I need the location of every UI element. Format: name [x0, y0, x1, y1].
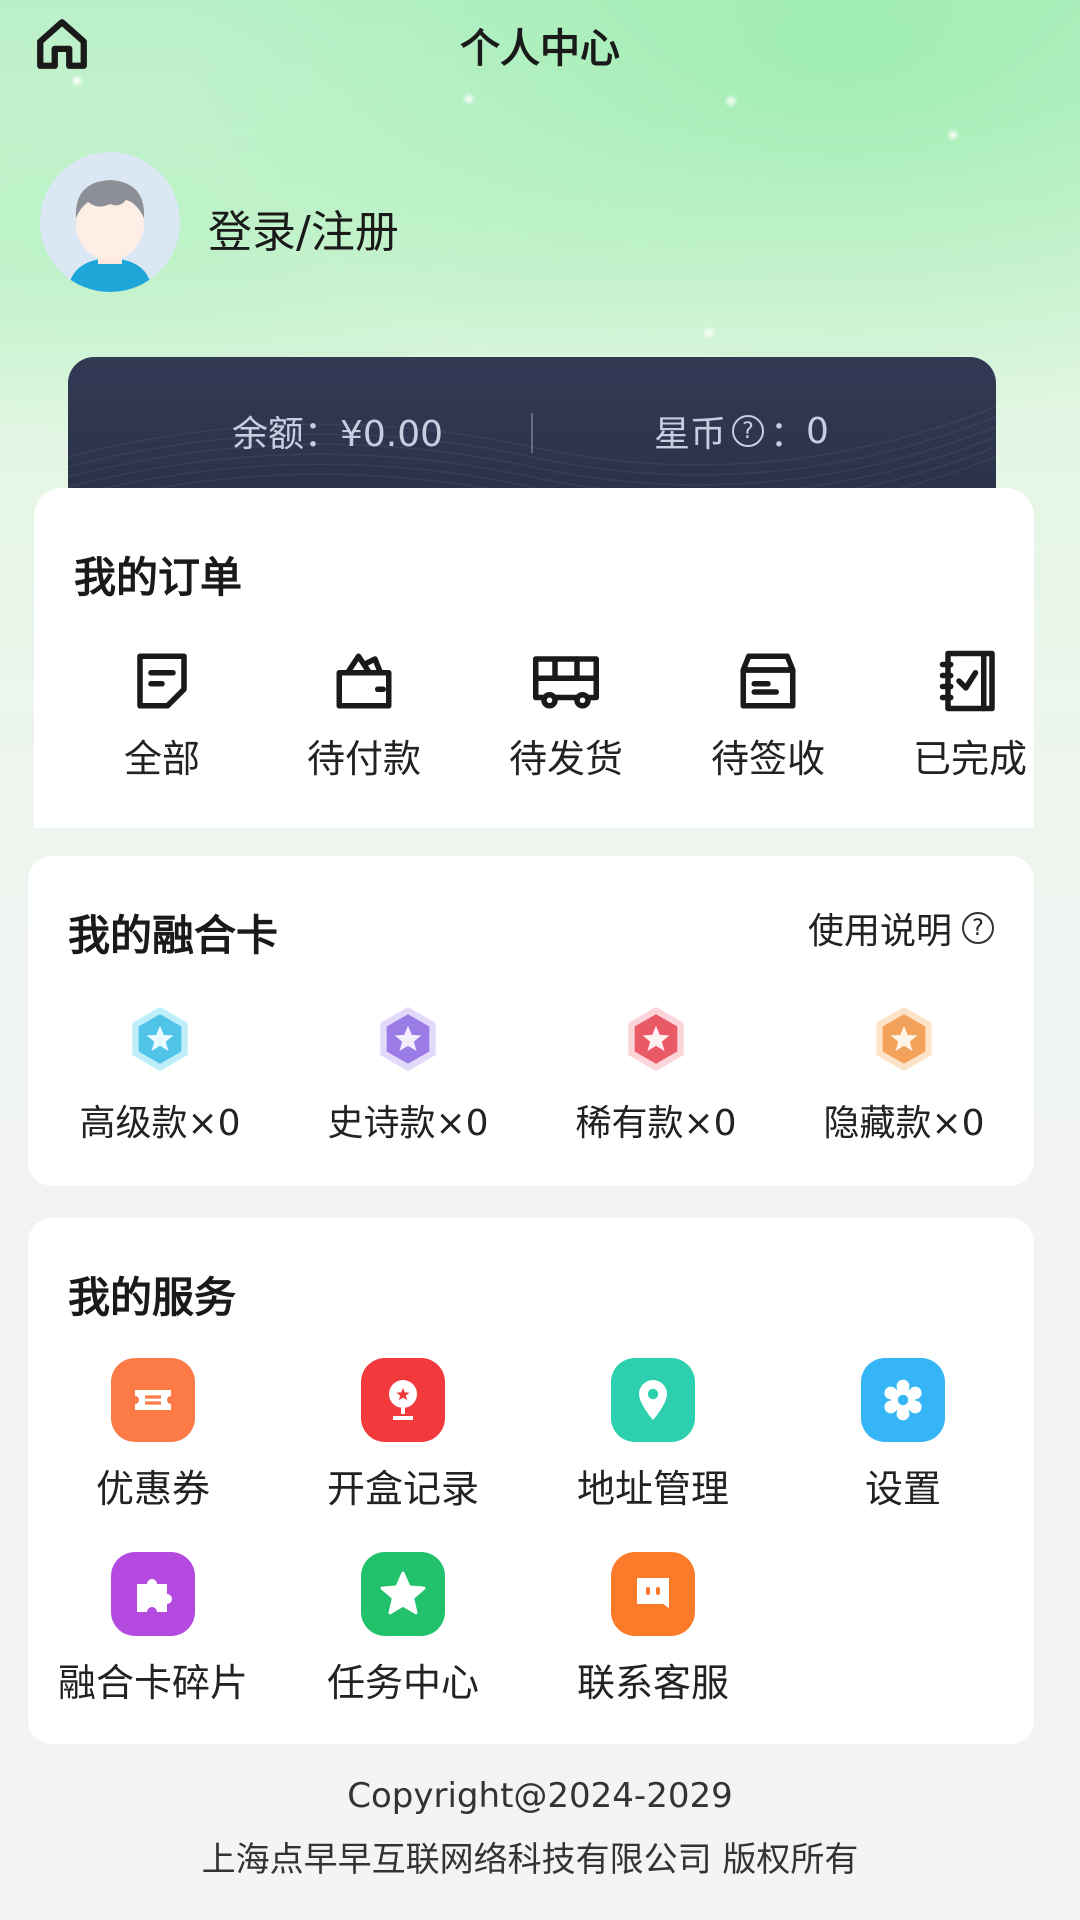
service-task-center-label: 任务中心: [326, 1661, 479, 1705]
services-title: 我的服务: [68, 1273, 237, 1322]
service-settings-label: 设置: [864, 1467, 941, 1511]
usage-instructions-link[interactable]: 使用说明 ?: [808, 902, 994, 954]
order-pending-shipment-label: 待发货: [508, 737, 623, 781]
sparkle-decoration: [462, 92, 476, 106]
service-settings[interactable]: 设置: [778, 1358, 1028, 1513]
avatar[interactable]: [40, 152, 180, 292]
copyright-text: Copyright@2024-2029: [347, 1776, 733, 1816]
fusion-rare[interactable]: 稀有款×0: [536, 1004, 776, 1146]
star-badge-orange-icon: [876, 1006, 932, 1072]
company-text: 上海点早早互联网络科技有限公司 版权所有: [201, 1840, 859, 1880]
service-coupons[interactable]: 优惠券: [28, 1358, 278, 1513]
order-all[interactable]: 全部: [62, 648, 262, 783]
fusion-hidden[interactable]: 隐藏款×0: [784, 1004, 1024, 1146]
star-badge-red-icon: [628, 1006, 684, 1072]
order-pending-shipment[interactable]: 待发货: [466, 648, 666, 783]
fusion-advanced-label: 高级款×0: [79, 1103, 241, 1144]
service-box-records-label: 开盒记录: [326, 1467, 479, 1511]
default-avatar-icon: [40, 152, 180, 292]
order-pending-payment[interactable]: 待付款: [264, 648, 464, 783]
page-title: 个人中心: [460, 26, 620, 72]
service-customer-support-label: 联系客服: [576, 1661, 729, 1705]
chat-icon: [611, 1552, 695, 1636]
bus-icon: [533, 656, 599, 709]
star-badge-blue-icon: [132, 1006, 188, 1072]
checklist-icon: [939, 650, 995, 712]
star-coins-separator: ：: [770, 414, 807, 455]
my-orders-card: 我的订单 全部 待付款 待发货 待签收 已完成: [34, 488, 1034, 828]
order-pending-receipt-label: 待签收: [710, 737, 825, 781]
balance-amount[interactable]: 余额：¥0.00: [232, 405, 443, 457]
service-task-center[interactable]: 任务中心: [278, 1552, 528, 1707]
service-address-management-label: 地址管理: [576, 1467, 729, 1511]
order-completed[interactable]: 已完成: [870, 648, 1070, 783]
star-icon: [361, 1552, 445, 1636]
service-card-fragments-label: 融合卡碎片: [57, 1661, 248, 1705]
service-address-management[interactable]: 地址管理: [528, 1358, 778, 1513]
star-coins-label: 星币: [654, 414, 727, 455]
orders-title: 我的订单: [74, 553, 243, 602]
service-coupons-label: 优惠券: [95, 1467, 210, 1511]
star-badge-purple-icon: [380, 1006, 436, 1072]
star-coins-value: 0: [806, 410, 829, 452]
gear-icon: [861, 1358, 945, 1442]
fusion-title: 我的融合卡: [68, 911, 279, 960]
trophy-icon: [361, 1358, 445, 1442]
document-icon: [137, 653, 187, 709]
fusion-epic[interactable]: 史诗款×0: [288, 1004, 528, 1146]
service-box-records[interactable]: 开盒记录: [278, 1358, 528, 1513]
service-customer-support[interactable]: 联系客服: [528, 1552, 778, 1707]
fusion-hidden-label: 隐藏款×0: [823, 1103, 985, 1144]
service-card-fragments[interactable]: 融合卡碎片: [28, 1552, 278, 1707]
order-pending-receipt[interactable]: 待签收: [668, 648, 868, 783]
order-all-label: 全部: [123, 737, 200, 781]
top-bar: 个人中心: [0, 0, 1080, 84]
order-completed-label: 已完成: [912, 737, 1027, 781]
sparkle-decoration: [946, 128, 960, 142]
wallet-icon: [336, 653, 392, 709]
fusion-advanced[interactable]: 高级款×0: [40, 1004, 280, 1146]
divider: [531, 413, 533, 453]
my-fusion-cards-card: 我的融合卡 使用说明 ? 高级款×0 史诗款×0 稀有款×0 隐藏款×0: [28, 856, 1034, 1186]
help-icon[interactable]: ?: [732, 415, 765, 447]
sparkle-decoration: [724, 94, 738, 108]
box-icon: [740, 653, 796, 709]
my-services-card: 我的服务 优惠券 开盒记录 地址管理 设置 融合卡碎片 任务中心 联系客服: [28, 1218, 1034, 1744]
fusion-rare-label: 稀有款×0: [575, 1103, 737, 1144]
coupon-icon: [111, 1358, 195, 1442]
location-icon: [611, 1358, 695, 1442]
sparkle-decoration: [702, 326, 716, 340]
login-register-link[interactable]: 登录/注册: [208, 196, 399, 260]
puzzle-icon: [111, 1552, 195, 1636]
star-coins[interactable]: 星币 ? ： 0: [654, 405, 829, 457]
order-pending-payment-label: 待付款: [306, 737, 421, 781]
help-icon: ?: [962, 912, 994, 944]
usage-label: 使用说明: [807, 911, 952, 952]
fusion-epic-label: 史诗款×0: [327, 1103, 489, 1144]
